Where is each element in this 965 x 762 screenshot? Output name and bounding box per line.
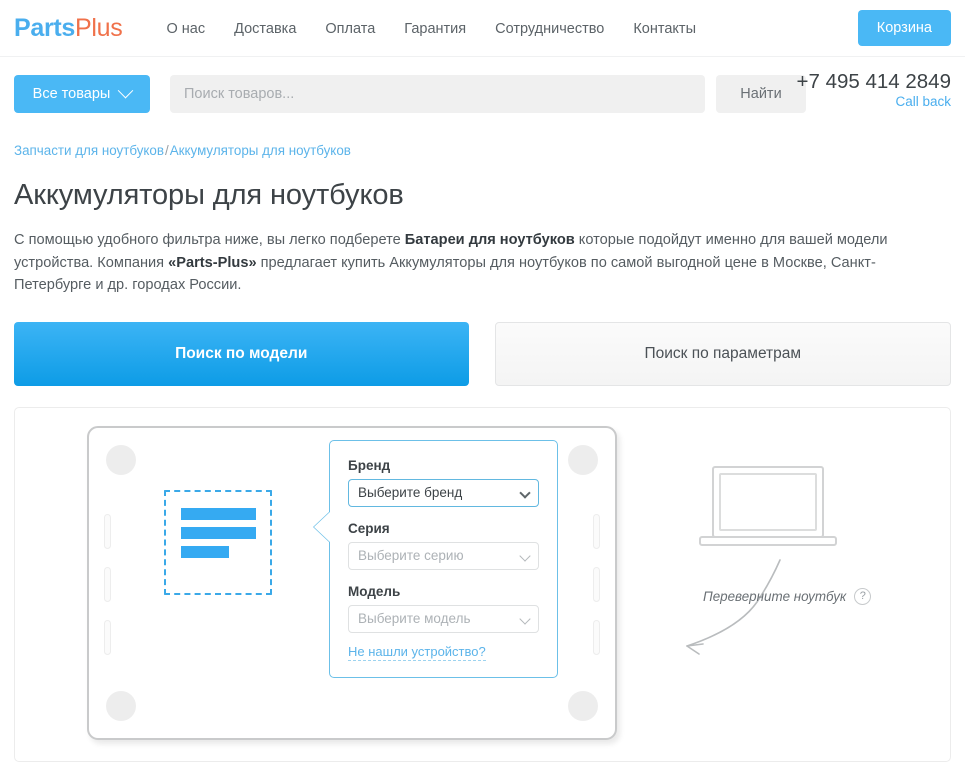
screw-icon-bottom-left — [106, 691, 136, 721]
brand-select[interactable]: Выберите бренд — [348, 479, 539, 507]
field-label-model: Модель — [348, 584, 539, 599]
phone-number[interactable]: +7 495 414 2849 — [797, 69, 951, 94]
open-laptop-icon — [698, 463, 838, 553]
tab-search-by-parameters[interactable]: Поиск по параметрам — [495, 322, 952, 386]
vent-icon-left-2 — [104, 567, 111, 602]
tab-search-by-model[interactable]: Поиск по модели — [14, 322, 469, 386]
help-question-icon[interactable]: ? — [854, 588, 871, 605]
screw-icon-bottom-right — [568, 691, 598, 721]
field-series: Серия Выберите серию — [348, 521, 539, 570]
chevron-down-icon — [519, 613, 530, 624]
series-select-value: Выберите серию — [358, 548, 464, 563]
search-bar: Все товары Найти +7 495 414 2849 Call ba… — [0, 57, 965, 130]
page-title: Аккумуляторы для ноутбуков — [14, 179, 951, 212]
breadcrumb-item-1[interactable]: Запчасти для ноутбуков — [14, 143, 164, 158]
sticker-bar-2 — [181, 527, 256, 539]
model-sticker-highlight — [164, 490, 272, 595]
vent-icon-right-1 — [593, 514, 600, 549]
flip-laptop-text: Переверните ноутбук — [703, 589, 846, 604]
nav-item-warranty[interactable]: Гарантия — [404, 21, 466, 37]
all-goods-dropdown[interactable]: Все товары — [14, 75, 150, 113]
vent-icon-right-2 — [593, 567, 600, 602]
vent-icon-left-1 — [104, 514, 111, 549]
site-logo[interactable]: PartsPlus — [14, 14, 122, 43]
sticker-bar-3 — [181, 546, 229, 558]
chevron-down-icon — [519, 550, 530, 561]
search-mode-tabs: Поиск по модели Поиск по параметрам — [14, 322, 951, 386]
nav-item-payment[interactable]: Оплата — [325, 21, 375, 37]
cart-button[interactable]: Корзина — [858, 10, 951, 46]
callout-pointer-fill — [314, 511, 331, 543]
vent-icon-left-3 — [104, 620, 111, 655]
model-finder-panel: Бренд Выберите бренд Серия Выберите сери… — [14, 407, 951, 762]
phone-block: +7 495 414 2849 Call back — [797, 69, 951, 110]
series-select[interactable]: Выберите серию — [348, 542, 539, 570]
field-label-brand: Бренд — [348, 458, 539, 473]
flip-laptop-hint: Переверните ноутбук ? — [703, 588, 871, 605]
site-header: PartsPlus О нас Доставка Оплата Гарантия… — [0, 0, 965, 57]
chevron-down-icon — [118, 83, 134, 99]
breadcrumb: Запчасти для ноутбуков/Аккумуляторы для … — [14, 143, 951, 158]
field-label-series: Серия — [348, 521, 539, 536]
screw-icon-top-left — [106, 445, 136, 475]
nav-item-partnership[interactable]: Сотрудничество — [495, 21, 604, 37]
device-not-found-link[interactable]: Не нашли устройство? — [348, 644, 486, 661]
field-brand: Бренд Выберите бренд — [348, 458, 539, 507]
search-input[interactable] — [170, 75, 705, 113]
intro-paragraph: С помощью удобного фильтра ниже, вы легк… — [14, 229, 919, 297]
model-select-value: Выберите модель — [358, 611, 470, 626]
breadcrumb-item-2[interactable]: Аккумуляторы для ноутбуков — [170, 143, 351, 158]
page-content: Запчасти для ноутбуков/Аккумуляторы для … — [0, 143, 965, 762]
vent-icon-right-3 — [593, 620, 600, 655]
nav-item-delivery[interactable]: Доставка — [234, 21, 296, 37]
main-navigation: О нас Доставка Оплата Гарантия Сотруднич… — [166, 21, 696, 37]
field-model: Модель Выберите модель — [348, 584, 539, 633]
intro-bold-2: «Parts-Plus» — [168, 255, 256, 271]
screw-icon-top-right — [568, 445, 598, 475]
nav-item-about[interactable]: О нас — [166, 21, 205, 37]
logo-text-parts: Parts — [14, 14, 75, 42]
intro-text-1: С помощью удобного фильтра ниже, вы легк… — [14, 232, 405, 248]
call-back-link[interactable]: Call back — [797, 94, 951, 110]
nav-item-contacts[interactable]: Контакты — [633, 21, 696, 37]
model-selection-form: Бренд Выберите бренд Серия Выберите сери… — [329, 440, 558, 678]
intro-bold-1: Батареи для ноутбуков — [405, 232, 575, 248]
all-goods-label: Все товары — [33, 86, 111, 102]
model-select[interactable]: Выберите модель — [348, 605, 539, 633]
sticker-bar-1 — [181, 508, 256, 520]
flip-arrow-icon — [665, 558, 865, 693]
brand-select-value: Выберите бренд — [358, 485, 462, 500]
logo-text-plus: Plus — [75, 14, 122, 42]
chevron-down-icon — [519, 487, 530, 498]
find-button[interactable]: Найти — [716, 75, 806, 113]
